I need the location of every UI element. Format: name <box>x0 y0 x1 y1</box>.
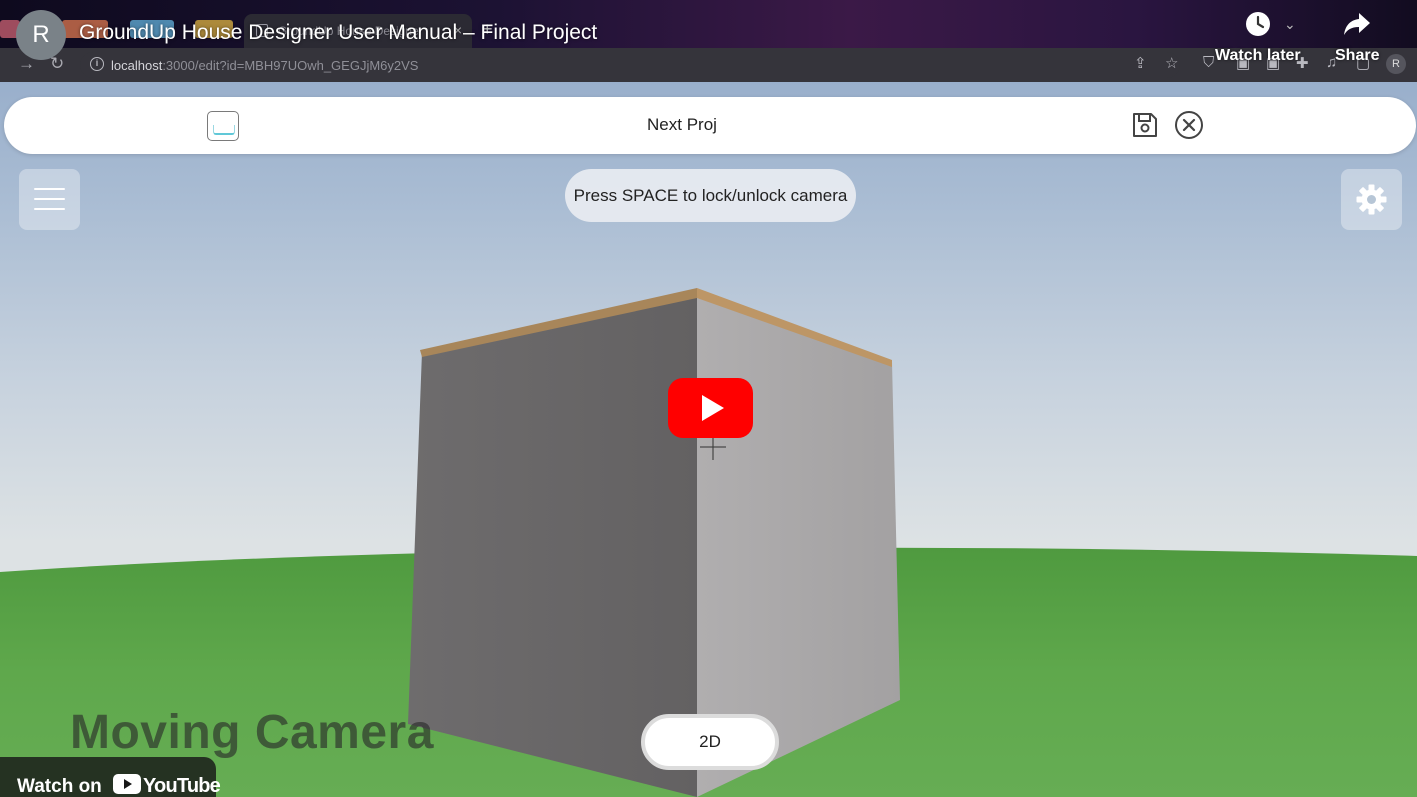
youtube-wordmark: YouTube <box>143 775 221 797</box>
app-header: Next Proj <box>4 97 1416 154</box>
section-caption: Moving Camera <box>70 706 434 759</box>
share-button[interactable]: Share <box>1335 10 1379 65</box>
channel-avatar[interactable]: R <box>16 10 66 60</box>
menu-icon-bar <box>34 198 65 200</box>
share-label: Share <box>1335 47 1380 64</box>
clock-icon <box>1245 12 1270 36</box>
url-path: :3000/edit?id=MBH97UOwh_GEGJjM6y2VS <box>162 58 419 73</box>
bookmark-star-icon[interactable]: ☆ <box>1165 54 1178 72</box>
watch-later-label: Watch later <box>1215 47 1301 64</box>
profile-avatar[interactable]: R <box>1386 54 1406 74</box>
share-arrow-icon <box>1344 13 1371 35</box>
watch-on-label: Watch on <box>17 776 102 797</box>
save-icon[interactable] <box>1130 110 1160 140</box>
youtube-logo-icon <box>113 774 141 794</box>
chevron-down-icon: ⌄ <box>1284 16 1296 32</box>
menu-icon-bar <box>34 188 65 190</box>
info-icon[interactable]: i <box>90 57 104 71</box>
menu-icon-bar <box>34 208 65 210</box>
browser-address-bar: → ↻ i localhost:3000/edit?id=MBH97UOwh_G… <box>0 48 1417 82</box>
share-page-icon[interactable]: ⇪ <box>1134 54 1147 72</box>
hamburger-menu-button[interactable] <box>19 169 80 230</box>
camera-hint-banner: Press SPACE to lock/unlock camera <box>565 169 856 222</box>
video-title[interactable]: GroundUp House Designer User Manual – Fi… <box>79 21 597 45</box>
gear-icon <box>1356 184 1387 215</box>
watch-on-youtube-link[interactable]: Watch on YouTube <box>0 757 221 797</box>
play-button[interactable] <box>668 378 753 438</box>
url-host: localhost <box>111 58 163 73</box>
close-project-icon[interactable] <box>1174 110 1204 140</box>
brave-shield-icon[interactable]: ⛉ <box>1203 54 1214 71</box>
url-field[interactable]: i localhost:3000/edit?id=MBH97UOwh_GEGJj… <box>80 52 1180 78</box>
view-mode-toggle-button[interactable]: 2D <box>641 714 779 770</box>
settings-button[interactable] <box>1341 169 1402 230</box>
